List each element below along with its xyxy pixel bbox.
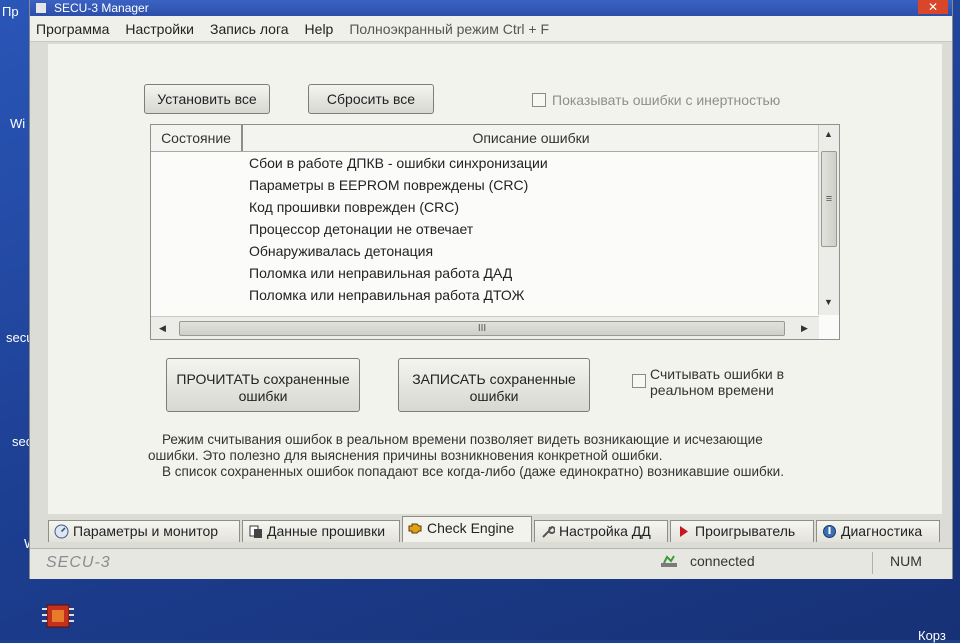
tab-label: Диагностика: [841, 523, 923, 539]
tab-label: Данные прошивки: [267, 523, 386, 539]
tab-firmware-data[interactable]: Данные прошивки: [242, 520, 400, 542]
fullscreen-hint: Полноэкранный режим Ctrl + F: [349, 20, 550, 37]
button-label-line: ЗАПИСАТЬ сохраненные: [412, 371, 576, 387]
list-item[interactable]: Обнаруживалась детонация: [151, 240, 819, 262]
list-item[interactable]: Процессор детонации не отвечает: [151, 218, 819, 240]
tab-diagnostics[interactable]: Диагностика: [816, 520, 940, 542]
list-item[interactable]: Параметры в EEPROM повреждены (CRC): [151, 174, 819, 196]
tab-label: Проигрыватель: [695, 523, 796, 539]
error-description: Обнаруживалась детонация: [249, 243, 434, 259]
vertical-scroll-thumb[interactable]: ≡: [821, 151, 837, 247]
tab-label: Параметры и монитор: [73, 523, 219, 539]
column-header-state[interactable]: Состояние: [151, 125, 243, 151]
list-rows: Сбои в работе ДПКВ - ошибки синхронизаци…: [151, 152, 819, 317]
checkbox-label-line: реальном времени: [650, 382, 774, 398]
realtime-checkbox-label: Считывать ошибки в реальном времени: [650, 366, 784, 398]
horizontal-scroll-thumb[interactable]: III: [179, 321, 785, 336]
title-bar[interactable]: SECU-3 Manager ✕: [30, 0, 952, 16]
desktop-label[interactable]: Пр: [2, 4, 19, 19]
connection-status: connected: [690, 553, 755, 569]
status-bar: SECU-3 connected NUM: [30, 548, 952, 579]
column-header-description[interactable]: Описание ошибки: [243, 125, 819, 151]
error-description: Код прошивки поврежден (CRC): [249, 199, 459, 215]
diagnostics-icon: [823, 525, 836, 538]
write-saved-errors-button[interactable]: ЗАПИСАТЬ сохраненные ошибки: [398, 358, 590, 412]
menu-bar: Программа Настройки Запись лога Help Пол…: [30, 16, 952, 42]
tab-label: Check Engine: [427, 520, 515, 536]
reset-all-button[interactable]: Сбросить все: [308, 84, 434, 114]
read-saved-errors-button[interactable]: ПРОЧИТАТЬ сохраненные ошибки: [166, 358, 360, 412]
status-separator: [872, 552, 873, 574]
play-icon: [680, 526, 688, 537]
button-label-line: ПРОЧИТАТЬ сохраненные: [176, 371, 350, 387]
error-description: Поломка или неправильная работа ДТОЖ: [249, 287, 525, 303]
error-description: Поломка или неправильная работа ДАД: [249, 265, 513, 281]
info-line: Режим считывания ошибок в реальном време…: [162, 432, 763, 447]
app-window: SECU-3 Manager ✕ Программа Настройки Зап…: [30, 0, 952, 579]
button-label-line: ошибки: [469, 388, 519, 404]
button-label-line: ошибки: [238, 388, 288, 404]
inertia-checkbox[interactable]: [532, 93, 546, 107]
scroll-down-icon[interactable]: ▼: [824, 297, 833, 307]
tab-check-engine[interactable]: Check Engine: [402, 516, 532, 542]
realtime-checkbox[interactable]: [632, 374, 646, 388]
list-item[interactable]: Поломка или неправильная работа ДАД: [151, 262, 819, 284]
set-all-button[interactable]: Установить все: [144, 84, 270, 114]
error-description: Параметры в EEPROM повреждены (CRC): [249, 177, 529, 193]
tab-sensor-settings[interactable]: Настройка ДД: [534, 520, 668, 542]
list-header: Состояние Описание ошибки: [151, 125, 819, 152]
tab-label: Настройка ДД: [559, 523, 651, 539]
errors-list: Состояние Описание ошибки Сбои в работе …: [150, 124, 840, 340]
tab-parameters-monitor[interactable]: Параметры и монитор: [48, 520, 240, 542]
wrench-icon: [542, 525, 555, 538]
firmware-icon: [249, 525, 262, 538]
list-item[interactable]: Код прошивки поврежден (CRC): [151, 196, 819, 218]
gauge-icon: [54, 524, 69, 539]
app-icon: [36, 3, 46, 13]
tab-strip: Параметры и монитор Данные прошивки Chec…: [48, 516, 942, 542]
num-lock-indicator: NUM: [890, 553, 922, 569]
brand-label: SECU-3: [46, 554, 111, 571]
tab-player[interactable]: Проигрыватель: [670, 520, 814, 542]
inertia-checkbox-label: Показывать ошибки с инертностью: [552, 92, 781, 108]
scroll-up-icon[interactable]: ▲: [824, 129, 833, 139]
window-title: SECU-3 Manager: [54, 1, 149, 15]
close-button[interactable]: ✕: [918, 0, 948, 14]
vertical-scrollbar[interactable]: ▲ ≡ ▼: [818, 125, 839, 315]
chip-icon[interactable]: [38, 598, 78, 636]
desktop-label[interactable]: Wi: [10, 116, 25, 131]
scroll-left-icon[interactable]: ◀: [159, 323, 166, 334]
connection-icon: [661, 555, 677, 567]
info-line: ошибки. Это полезно для выяснения причин…: [148, 448, 663, 463]
menu-help[interactable]: Help: [305, 21, 334, 37]
engine-icon: [408, 523, 422, 534]
error-description: Процессор детонации не отвечает: [249, 221, 474, 237]
scroll-right-icon[interactable]: ▶: [801, 323, 808, 334]
horizontal-scrollbar[interactable]: ◀ III ▶: [151, 316, 819, 339]
checkbox-label-line: Считывать ошибки в: [650, 366, 785, 382]
info-text: Режим считывания ошибок в реальном време…: [148, 432, 828, 480]
menu-program[interactable]: Программа: [36, 21, 109, 37]
desktop-label[interactable]: Корз: [918, 628, 946, 643]
list-item[interactable]: Поломка или неправильная работа ДТОЖ: [151, 284, 819, 306]
menu-log[interactable]: Запись лога: [210, 21, 289, 37]
menu-settings[interactable]: Настройки: [125, 21, 194, 37]
error-description: Сбои в работе ДПКВ - ошибки синхронизаци…: [249, 155, 548, 171]
list-item[interactable]: Сбои в работе ДПКВ - ошибки синхронизаци…: [151, 152, 819, 174]
info-line: В список сохраненных ошибок попадают все…: [162, 464, 784, 479]
